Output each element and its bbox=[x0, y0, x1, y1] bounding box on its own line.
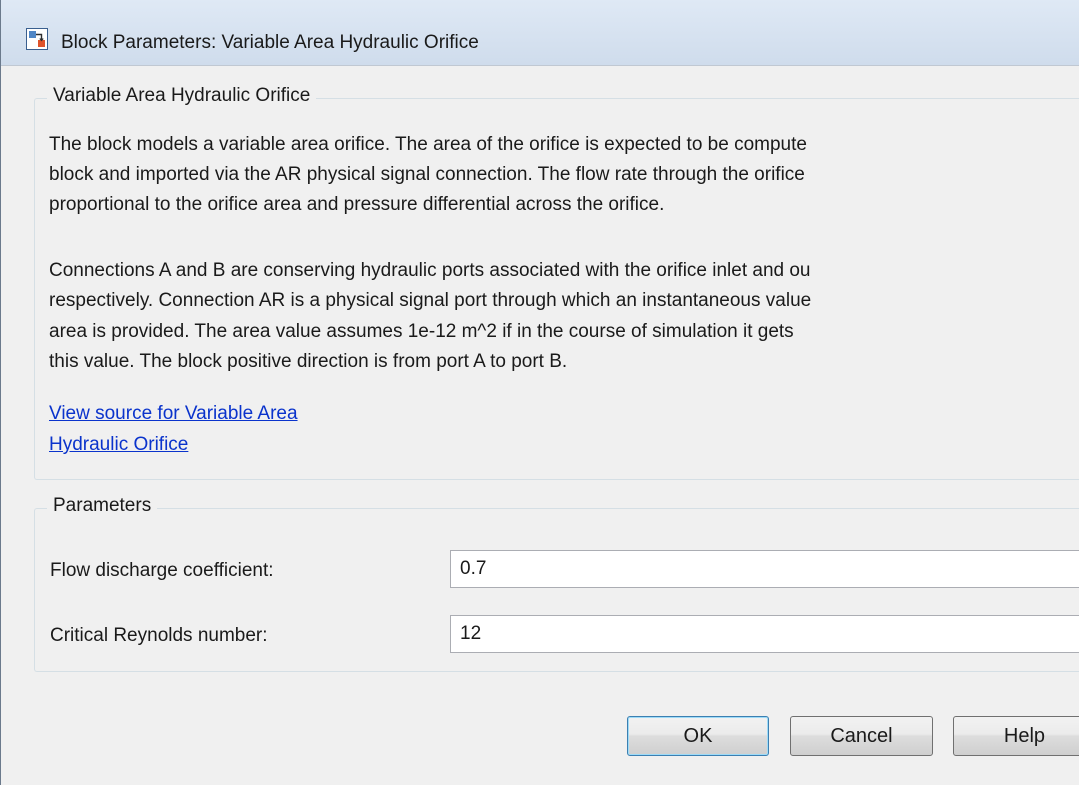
critical-reynolds-number-label: Critical Reynolds number: bbox=[50, 625, 268, 646]
cancel-button[interactable]: Cancel bbox=[790, 716, 933, 756]
simulink-block-icon bbox=[26, 28, 48, 50]
window-title: Block Parameters: Variable Area Hydrauli… bbox=[61, 32, 479, 53]
parameters-group-title: Parameters bbox=[47, 495, 158, 517]
description-line: block and imported via the AR physical s… bbox=[49, 164, 805, 185]
flow-discharge-coefficient-input[interactable] bbox=[450, 550, 1079, 588]
description-line: proportional to the orifice area and pre… bbox=[49, 194, 665, 215]
description-line: Connections A and B are conserving hydra… bbox=[49, 260, 811, 281]
block-parameters-dialog: Block Parameters: Variable Area Hydrauli… bbox=[0, 0, 1079, 785]
ok-button[interactable]: OK bbox=[627, 716, 769, 756]
description-line: respectively. Connection AR is a physica… bbox=[49, 290, 812, 311]
description-line: The block models a variable area orifice… bbox=[49, 134, 807, 155]
description-line: this value. The block positive direction… bbox=[49, 351, 568, 372]
title-bar[interactable]: Block Parameters: Variable Area Hydrauli… bbox=[1, 0, 1079, 66]
description-group-title: Variable Area Hydraulic Orifice bbox=[47, 85, 317, 107]
description-line: area is provided. The area value assumes… bbox=[49, 321, 794, 342]
view-source-link[interactable]: Hydraulic Orifice bbox=[49, 430, 188, 460]
dialog-body: Variable Area Hydraulic Orifice The bloc… bbox=[9, 66, 1079, 777]
help-button[interactable]: Help bbox=[953, 716, 1079, 756]
flow-discharge-coefficient-label: Flow discharge coefficient: bbox=[50, 560, 274, 581]
critical-reynolds-number-input[interactable] bbox=[450, 615, 1079, 653]
view-source-link[interactable]: View source for Variable Area bbox=[49, 399, 298, 429]
